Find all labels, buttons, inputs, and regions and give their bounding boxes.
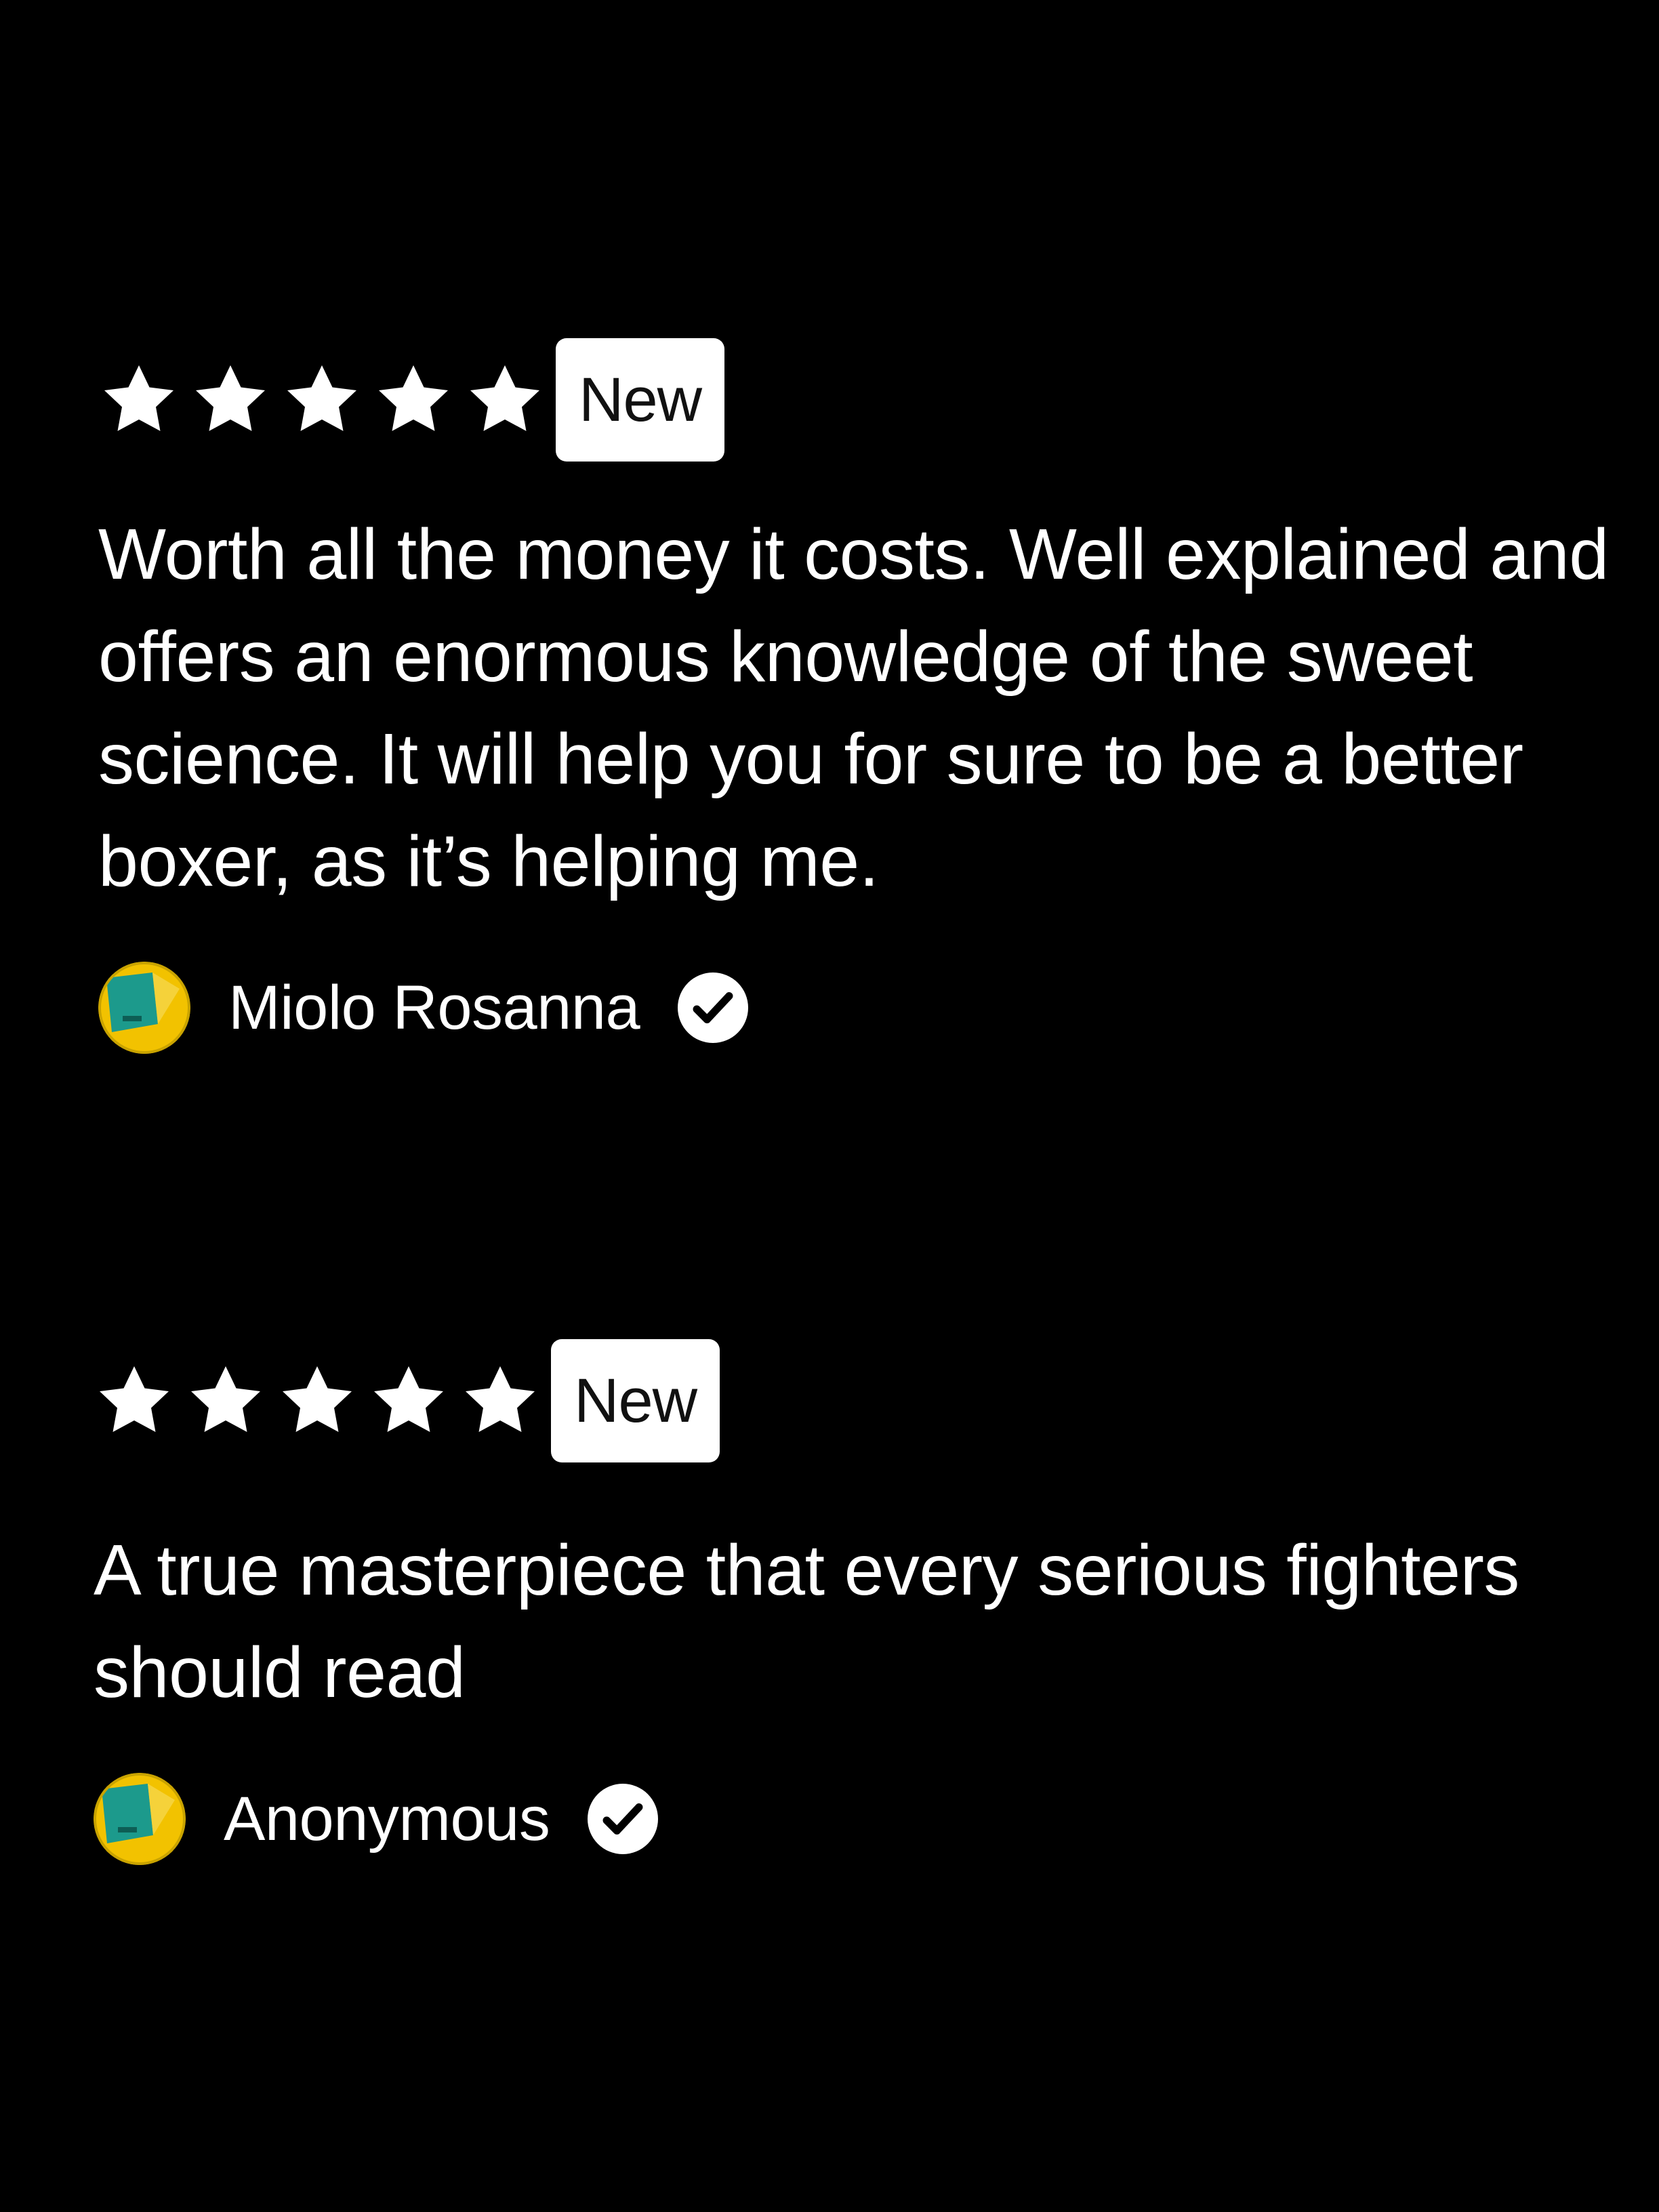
star-icon [464,359,546,441]
review-text: A true masterpiece that every serious fi… [94,1530,1519,1713]
star-icon [276,1360,358,1441]
avatar [98,962,190,1054]
rating-row: New [98,335,1643,464]
avatar [94,1773,186,1865]
rating-row: New [94,1336,1639,1465]
review-card: New Worth all the money it costs. Well e… [98,335,1643,1055]
check-circle-icon [588,1784,659,1854]
star-icon [185,1360,266,1441]
review-text: Worth all the money it costs. Well expla… [98,514,1609,901]
review-card: New A true masterpiece that every seriou… [94,1336,1639,1866]
check-circle-icon [678,972,749,1043]
star-icon [368,1360,449,1441]
star-icon [281,359,363,441]
star-rating [98,359,556,441]
star-icon [98,359,180,441]
star-icon [190,359,271,441]
review-author: Anonymous [94,1771,1639,1866]
star-icon [373,359,454,441]
author-name: Anonymous [224,1784,550,1853]
new-badge: New [551,1339,720,1462]
review-author: Miolo Rosanna [98,960,1643,1055]
star-icon [459,1360,541,1441]
star-icon [94,1360,175,1441]
new-badge: New [556,338,725,462]
star-rating [94,1360,551,1441]
author-name: Miolo Rosanna [228,972,640,1042]
